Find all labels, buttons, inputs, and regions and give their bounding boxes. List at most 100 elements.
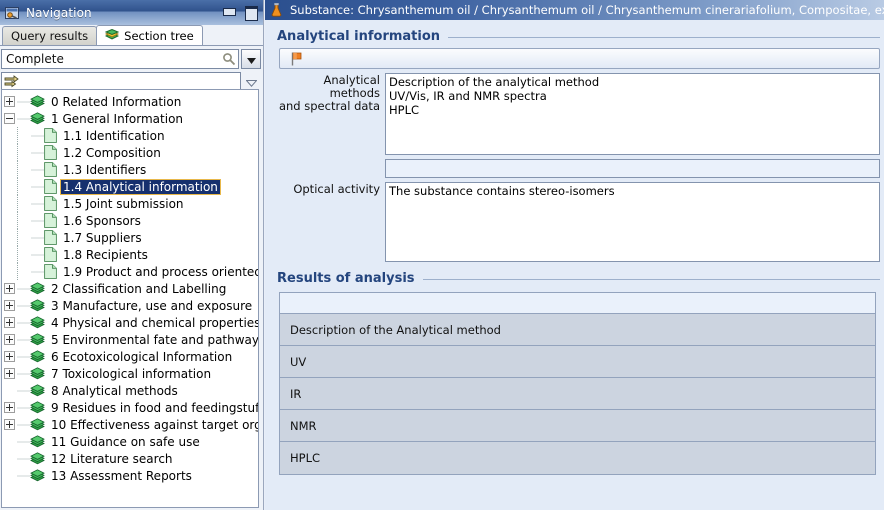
- tree-guide: [17, 229, 18, 246]
- tree-item-label: 1.2 Composition: [63, 145, 161, 160]
- section-tree: 0 Related Information 1 General Informati…: [2, 90, 258, 484]
- tree-expander-icon[interactable]: [4, 96, 15, 107]
- flask-icon: [270, 3, 283, 17]
- search-dropdown-button[interactable]: [241, 48, 261, 69]
- tree-item[interactable]: 1.8 Recipients: [4, 246, 258, 263]
- analytical-methods-value[interactable]: Description of the analytical method UV/…: [385, 73, 880, 155]
- tree-item[interactable]: 0 Related Information: [4, 93, 258, 110]
- analytical-methods-field: Analytical methods and spectral data Des…: [275, 73, 880, 155]
- application-window: Navigation Query results Section tree Co…: [0, 0, 884, 510]
- results-of-analysis-section: Results of analysis Description of the A…: [275, 262, 880, 475]
- tree-expander-icon[interactable]: [4, 300, 15, 311]
- tree-expander-icon[interactable]: [4, 283, 15, 294]
- results-table-row[interactable]: Description of the Analytical method: [280, 314, 875, 346]
- page-icon: [44, 162, 57, 177]
- results-table-row[interactable]: UV: [280, 346, 875, 378]
- document-titlebar: Substance: Chrysanthemum oil / Chrysanth…: [265, 0, 884, 20]
- analytical-strip-input[interactable]: [385, 159, 880, 178]
- search-row: Complete: [1, 48, 261, 69]
- tree-item[interactable]: 10 Effectiveness against target organism…: [4, 416, 258, 433]
- tree-item-label: 6 Ecotoxicological Information: [51, 349, 233, 364]
- section-divider: [422, 279, 880, 280]
- tree-item[interactable]: 13 Assessment Reports: [4, 467, 258, 484]
- tab-section-tree[interactable]: Section tree: [96, 25, 203, 45]
- navigation-title: Navigation: [26, 5, 92, 20]
- filter-arrows-icon[interactable]: [4, 74, 20, 89]
- tree-item[interactable]: 1.3 Identifiers: [4, 161, 258, 178]
- tree-connector: [31, 212, 44, 229]
- tree-item[interactable]: 1.1 Identification: [4, 127, 258, 144]
- tab-query-results[interactable]: Query results: [2, 26, 98, 45]
- tree-item[interactable]: 1 General Information: [4, 110, 258, 127]
- tree-connector: [17, 416, 30, 433]
- tree-item[interactable]: 1.5 Joint submission: [4, 195, 258, 212]
- filter-caret-button[interactable]: [241, 72, 261, 91]
- tree-item[interactable]: 12 Literature search: [4, 450, 258, 467]
- tree-item[interactable]: 1.4 Analytical information: [4, 178, 258, 195]
- minimize-icon[interactable]: [222, 5, 236, 18]
- tree-item-label: 13 Assessment Reports: [51, 468, 192, 483]
- tree-item[interactable]: 1.9 Product and process oriented res: [4, 263, 258, 280]
- tree-item-label: 12 Literature search: [51, 451, 173, 466]
- tree-item[interactable]: 1.6 Sponsors: [4, 212, 258, 229]
- analytical-strip-row: [275, 159, 880, 178]
- tree-item-label: 1 General Information: [51, 111, 184, 126]
- tree-item[interactable]: 2 Classification and Labelling: [4, 280, 258, 297]
- optical-activity-value[interactable]: The substance contains stereo-isomers: [385, 182, 880, 262]
- tree-item[interactable]: 6 Ecotoxicological Information: [4, 348, 258, 365]
- tree-connector: [17, 314, 30, 331]
- results-table-row[interactable]: IR: [280, 378, 875, 410]
- tree-expander-icon[interactable]: [4, 402, 15, 413]
- page-icon: [44, 247, 57, 262]
- page-icon: [44, 145, 57, 160]
- tree-item[interactable]: 7 Toxicological information: [4, 365, 258, 382]
- tree-expander-icon[interactable]: [4, 368, 15, 379]
- tree-connector: [17, 399, 30, 416]
- tree-item-label: 8 Analytical methods: [51, 383, 178, 398]
- section-tree-scroll[interactable]: 0 Related Information 1 General Informati…: [1, 89, 259, 508]
- tree-connector: [31, 263, 44, 280]
- tree-item[interactable]: 11 Guidance on safe use: [4, 433, 258, 450]
- tab-section-tree-label: Section tree: [124, 28, 194, 43]
- page-icon: [44, 213, 57, 228]
- tree-item-label: 1.5 Joint submission: [63, 196, 184, 211]
- tree-item[interactable]: 3 Manufacture, use and exposure: [4, 297, 258, 314]
- tree-item[interactable]: 5 Environmental fate and pathways: [4, 331, 258, 348]
- books-icon: [30, 469, 45, 482]
- tree-expander-icon[interactable]: [4, 317, 15, 328]
- results-table-row[interactable]: HPLC: [280, 442, 875, 474]
- tree-connector: [17, 348, 30, 365]
- tree-item[interactable]: 8 Analytical methods: [4, 382, 258, 399]
- search-input[interactable]: Complete: [1, 48, 239, 69]
- books-icon: [30, 435, 45, 448]
- tree-item[interactable]: 9 Residues in food and feedingstuffs: [4, 399, 258, 416]
- tree-expander-icon[interactable]: [4, 419, 15, 430]
- page-icon: [44, 179, 57, 194]
- page-icon: [44, 230, 57, 245]
- results-table-row[interactable]: NMR: [280, 410, 875, 442]
- tree-expander-icon[interactable]: [4, 351, 15, 362]
- books-icon: [30, 316, 45, 329]
- filter-row: [1, 71, 261, 91]
- orange-flag-icon[interactable]: [290, 52, 303, 66]
- search-icon[interactable]: [222, 52, 236, 66]
- tree-item-label: 5 Environmental fate and pathways: [51, 332, 259, 347]
- tree-expander-icon[interactable]: [4, 334, 15, 345]
- books-icon: [30, 299, 45, 312]
- tree-guide: [17, 263, 18, 280]
- books-icon: [30, 384, 45, 397]
- navigation-tabs: Query results Section tree: [0, 25, 263, 46]
- books-icon: [30, 401, 45, 414]
- filter-input[interactable]: [1, 71, 241, 91]
- tree-item-label: 10 Effectiveness against target organism…: [51, 417, 258, 432]
- tree-connector: [17, 433, 30, 450]
- tree-item[interactable]: 1.2 Composition: [4, 144, 258, 161]
- tree-guide: [17, 246, 18, 263]
- document-title: Substance: Chrysanthemum oil / Chrysanth…: [290, 3, 884, 17]
- tree-item[interactable]: 1.7 Suppliers: [4, 229, 258, 246]
- maximize-icon[interactable]: [244, 5, 258, 21]
- navigation-icon: [5, 6, 19, 20]
- tree-item[interactable]: 4 Physical and chemical properties: [4, 314, 258, 331]
- books-icon: [30, 112, 45, 125]
- tree-expander-icon[interactable]: [4, 113, 15, 124]
